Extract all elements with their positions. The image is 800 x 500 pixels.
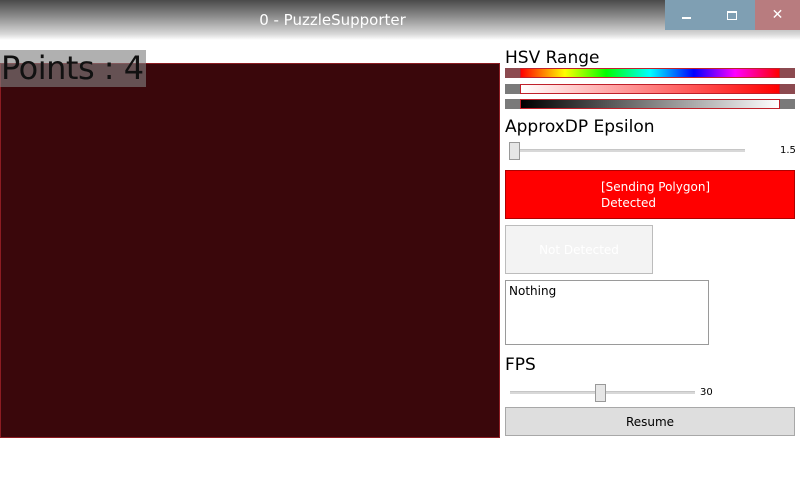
saturation-range-min-handle[interactable] — [505, 84, 520, 94]
fps-label: FPS — [505, 355, 536, 375]
minimize-button[interactable] — [665, 0, 708, 30]
hsv-range-label: HSV Range — [505, 48, 600, 68]
hue-range-slider[interactable] — [505, 68, 795, 78]
close-button[interactable]: ✕ — [755, 0, 800, 30]
detected-status-line1: [Sending Polygon] — [601, 179, 711, 194]
hue-range-max-handle[interactable] — [780, 68, 795, 78]
fps-value: 30 — [700, 387, 713, 398]
hue-range-min-handle[interactable] — [505, 68, 520, 78]
close-icon: ✕ — [771, 7, 784, 23]
maximize-icon — [726, 10, 737, 20]
title-bar: 0 - PuzzleSupporter ✕ — [0, 0, 800, 40]
value-range-max-handle[interactable] — [780, 99, 795, 109]
minimize-icon — [682, 17, 691, 19]
points-counter: Points : 4 — [0, 49, 146, 87]
epsilon-slider-track[interactable] — [512, 149, 745, 152]
hue-range-track[interactable] — [520, 68, 780, 78]
detected-status-line2: Detected — [601, 195, 657, 210]
resume-button[interactable]: Resume — [505, 407, 795, 436]
saturation-range-track[interactable] — [520, 84, 780, 94]
log-textbox[interactable]: Nothing — [505, 280, 709, 345]
value-range-slider[interactable] — [505, 99, 795, 109]
window-title: 0 - PuzzleSupporter — [259, 11, 406, 29]
not-detected-status-button[interactable]: Not Detected — [505, 225, 653, 274]
maximize-button[interactable] — [708, 0, 755, 30]
value-range-track[interactable] — [520, 99, 780, 109]
not-detected-label: Not Detected — [539, 242, 619, 257]
saturation-range-slider[interactable] — [505, 84, 795, 94]
epsilon-slider-thumb[interactable] — [509, 142, 520, 160]
saturation-range-max-handle[interactable] — [780, 84, 795, 94]
detected-status-button[interactable]: [Sending Polygon] Detected — [505, 170, 795, 219]
camera-preview — [0, 63, 500, 438]
fps-slider-thumb[interactable] — [595, 384, 606, 402]
epsilon-label: ApproxDP Epsilon — [505, 117, 655, 137]
value-range-min-handle[interactable] — [505, 99, 520, 109]
epsilon-value: 1.5 — [780, 145, 796, 156]
